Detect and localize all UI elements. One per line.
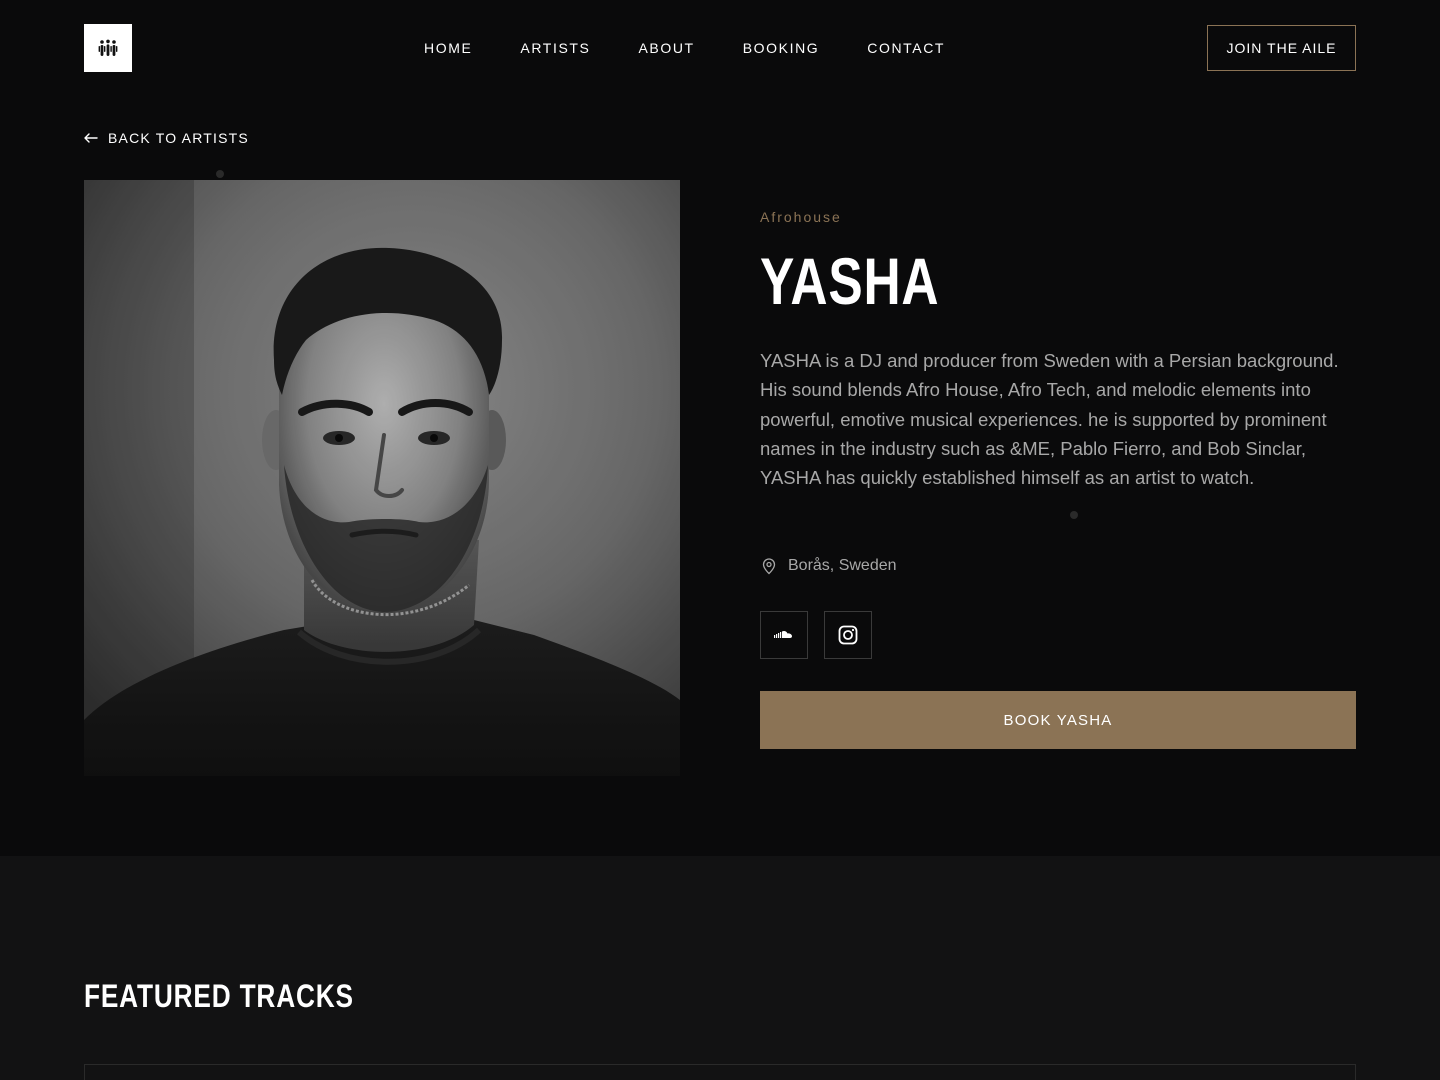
featured-tracks-title: FEATURED TRACKS — [84, 978, 354, 1014]
tracks-embed[interactable] — [84, 1064, 1356, 1080]
logo-icon — [98, 39, 118, 56]
artist-info: Afrohouse YASHA YASHA is a DJ and produc… — [760, 206, 1356, 749]
back-to-artists-link[interactable]: BACK TO ARTISTS — [84, 127, 249, 149]
join-button[interactable]: JOIN THE AILE — [1207, 25, 1356, 71]
social-links — [760, 611, 872, 659]
main-nav: HOME ARTISTS ABOUT BOOKING CONTACT — [424, 36, 993, 60]
featured-tracks-section: FEATURED TRACKS — [0, 856, 1440, 1080]
decorative-dot — [216, 170, 224, 178]
back-link-label: BACK TO ARTISTS — [108, 130, 249, 146]
artist-page: HOME ARTISTS ABOUT BOOKING CONTACT JOIN … — [0, 0, 1440, 1080]
artist-genre: Afrohouse — [760, 209, 842, 225]
soundcloud-link[interactable] — [760, 611, 808, 659]
site-header: HOME ARTISTS ABOUT BOOKING CONTACT JOIN … — [0, 0, 1440, 96]
soundcloud-icon — [774, 631, 792, 638]
book-artist-button[interactable]: BOOK YASHA — [760, 691, 1356, 749]
instagram-icon — [838, 625, 858, 645]
map-pin-icon — [762, 558, 776, 575]
artist-bio: YASHA is a DJ and producer from Sweden w… — [760, 350, 1339, 489]
artist-location: Borås, Sweden — [760, 554, 897, 578]
nav-artists[interactable]: ARTISTS — [520, 36, 590, 60]
artist-photo — [84, 180, 680, 776]
site-logo[interactable] — [84, 24, 132, 72]
location-label: Borås, Sweden — [788, 557, 897, 574]
artist-name: YASHA — [760, 244, 940, 318]
nav-about[interactable]: ABOUT — [638, 36, 694, 60]
nav-contact[interactable]: CONTACT — [867, 36, 945, 60]
decorative-dot — [1070, 511, 1078, 519]
instagram-link[interactable] — [824, 611, 872, 659]
arrow-left-icon — [84, 133, 98, 143]
nav-home[interactable]: HOME — [424, 36, 472, 60]
nav-booking[interactable]: BOOKING — [743, 36, 820, 60]
